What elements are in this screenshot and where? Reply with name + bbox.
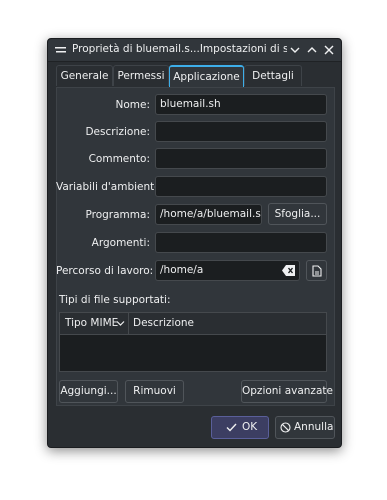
description-field[interactable]	[155, 121, 327, 142]
program-label: Programma:	[85, 209, 150, 221]
env-vars-field[interactable]	[155, 176, 327, 197]
workdir-field[interactable]: /home/a	[155, 260, 300, 281]
menu-icon[interactable]	[54, 43, 68, 57]
open-folder-button[interactable]	[306, 260, 327, 281]
column-description[interactable]: Descrizione	[133, 313, 194, 334]
document-icon	[312, 265, 322, 277]
close-icon[interactable]	[322, 43, 336, 57]
tab-dettagli[interactable]: Dettagli	[244, 65, 302, 86]
browse-button[interactable]: Sfoglia...	[268, 203, 327, 225]
mime-table-header: Tipo MIME Descrizione	[60, 313, 326, 335]
checkmark-icon	[226, 423, 237, 432]
title-bar: Proprietà di bluemail.s...Impostazioni d…	[48, 39, 341, 62]
ok-button[interactable]: OK	[211, 416, 269, 439]
program-field[interactable]: /home/a/bluemail.sh	[155, 204, 262, 225]
remove-button[interactable]: Rimuovi	[125, 380, 184, 403]
add-button[interactable]: Aggiungi...	[59, 380, 118, 403]
workdir-value: /home/a	[160, 264, 204, 276]
tab-permessi[interactable]: Permessi	[113, 65, 169, 86]
comment-field[interactable]	[155, 148, 327, 169]
column-mime-type[interactable]: Tipo MIME	[65, 313, 118, 334]
env-vars-label: Variabili d'ambiente:	[56, 181, 165, 193]
comment-label: Commento:	[88, 153, 150, 165]
window-title: Proprietà di bluemail.s...Impostazioni d…	[72, 43, 287, 55]
filetypes-title: Tipi di file supportati:	[59, 294, 171, 306]
tab-bar: Generale Permessi Applicazione Dettagli	[56, 65, 336, 87]
name-label: Nome:	[115, 99, 150, 111]
chevron-up-icon[interactable]	[305, 43, 319, 57]
clear-text-icon[interactable]	[282, 265, 296, 276]
tab-applicazione[interactable]: Applicazione	[169, 65, 244, 87]
arguments-field[interactable]	[155, 232, 327, 253]
ok-label: OK	[242, 421, 258, 433]
workdir-label: Percorso di lavoro:	[56, 265, 154, 277]
cancel-label: Annulla	[294, 421, 334, 433]
sort-chevron-icon[interactable]	[116, 320, 125, 327]
arguments-label: Argomenti:	[91, 237, 150, 249]
column-divider	[128, 313, 129, 334]
chevron-down-icon[interactable]	[288, 43, 302, 57]
name-field[interactable]: bluemail.sh	[155, 94, 327, 115]
mime-table[interactable]: Tipo MIME Descrizione	[59, 312, 327, 372]
advanced-options-button[interactable]: Opzioni avanzate	[241, 380, 333, 403]
cancel-button[interactable]: Annulla	[275, 416, 335, 439]
cancel-icon	[280, 422, 291, 433]
tab-generale[interactable]: Generale	[56, 65, 113, 86]
description-label: Descrizione:	[85, 126, 150, 138]
